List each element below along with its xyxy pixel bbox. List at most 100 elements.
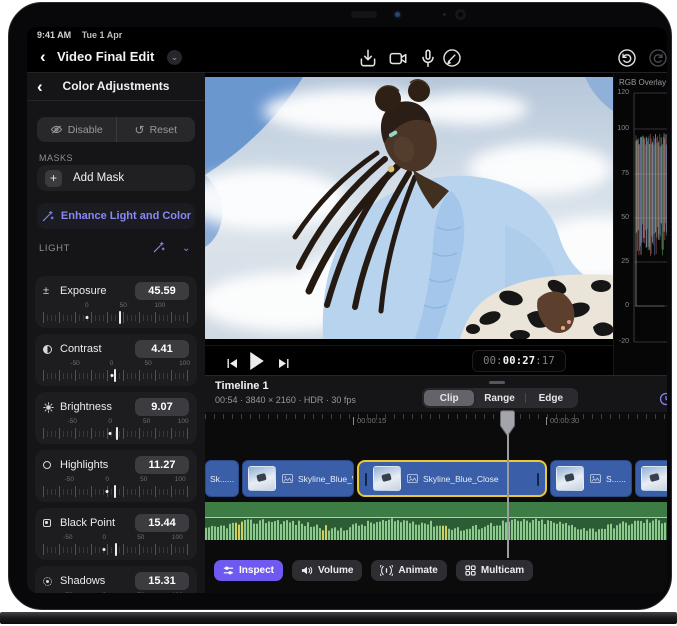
ruler-timestamp: 00:00:30 bbox=[546, 416, 579, 425]
front-camera-lens bbox=[455, 9, 466, 20]
slider-value[interactable]: 4.41 bbox=[135, 340, 189, 358]
volume-label: Volume bbox=[318, 565, 353, 576]
speaker-icon bbox=[301, 565, 313, 576]
selection-mode-control: Clip Range Edge bbox=[422, 388, 578, 408]
slider-label: Highlights bbox=[60, 459, 135, 471]
black-point-icon bbox=[43, 519, 57, 527]
import-icon[interactable] bbox=[357, 47, 379, 69]
clip-skyline-blue-close-selected[interactable]: Skyline_Blue_Close bbox=[357, 460, 547, 497]
scope-waveform bbox=[630, 73, 667, 375]
clip-label: Skyline_Blue_Wide bbox=[298, 474, 354, 484]
light-collapse-chevron-icon[interactable]: ⌄ bbox=[182, 243, 191, 254]
slider-black-point: Black Point 15.44 -50050100 bbox=[35, 508, 197, 560]
slider-label: Exposure bbox=[60, 285, 135, 297]
drag-handle[interactable] bbox=[489, 381, 505, 384]
pencil-tool-icon[interactable] bbox=[441, 47, 463, 69]
animate-button[interactable]: Animate bbox=[371, 560, 446, 581]
slider-ruler[interactable] bbox=[43, 543, 189, 556]
multicam-label: Multicam bbox=[481, 565, 524, 576]
camera-sensor-dot bbox=[443, 13, 446, 16]
segment-edge[interactable]: Edge bbox=[526, 390, 576, 406]
skip-back-icon[interactable] bbox=[227, 356, 238, 374]
timeline-toolbar: Inspect Volume Animate bbox=[205, 560, 533, 582]
enhance-light-color-button[interactable]: Enhance Light and Color bbox=[37, 203, 195, 229]
disable-button[interactable]: Disable bbox=[37, 117, 116, 142]
audio-waveform bbox=[205, 517, 667, 540]
volume-button[interactable]: Volume bbox=[292, 560, 362, 581]
add-mask-button[interactable]: + Add Mask bbox=[37, 165, 195, 191]
scope-tick: 25 bbox=[614, 258, 629, 265]
slider-label: Shadows bbox=[60, 575, 135, 587]
scope-tick: 0 bbox=[614, 302, 629, 309]
slider-value[interactable]: 11.27 bbox=[135, 456, 189, 474]
contrast-icon bbox=[43, 345, 57, 354]
add-mask-label: Add Mask bbox=[73, 172, 124, 184]
undo-icon[interactable] bbox=[616, 47, 638, 69]
clip-thumbnail bbox=[556, 466, 584, 491]
slider-ruler[interactable] bbox=[43, 311, 189, 324]
slider-brightness: Brightness 9.07 -50050100 bbox=[35, 392, 197, 444]
slider-value[interactable]: 15.31 bbox=[135, 572, 189, 590]
trim-handle-right[interactable] bbox=[537, 473, 539, 486]
light-wand-icon[interactable] bbox=[152, 241, 165, 257]
scope-tick: 50 bbox=[614, 214, 629, 221]
timecode-seconds: 00:27 bbox=[503, 355, 536, 367]
status-bar: 9:41 AM Tue 1 Apr bbox=[37, 30, 122, 40]
project-title-dropdown-icon[interactable]: ⌄ bbox=[167, 50, 182, 65]
light-label: LIGHT bbox=[39, 243, 70, 254]
timeline-clock-icon[interactable] bbox=[659, 392, 667, 406]
microphone-icon[interactable] bbox=[417, 47, 439, 69]
disable-label: Disable bbox=[68, 124, 103, 136]
playhead-line bbox=[507, 434, 509, 558]
reset-button[interactable]: ↺ Reset bbox=[116, 117, 196, 142]
clip-label: Sk...... bbox=[210, 474, 234, 484]
segment-clip[interactable]: Clip bbox=[424, 390, 474, 406]
slider-ruler[interactable] bbox=[43, 427, 189, 440]
inspect-button[interactable]: Inspect bbox=[214, 560, 283, 581]
trim-handle-left[interactable] bbox=[365, 473, 367, 486]
rgb-overlay-scope: RGB Overlay 120 100 75 50 25 0 -20 bbox=[613, 73, 667, 375]
slider-scale: -50050100 bbox=[43, 418, 189, 426]
status-time: 9:41 AM bbox=[37, 30, 71, 40]
scope-tick: -20 bbox=[614, 338, 629, 345]
slider-ruler[interactable] bbox=[43, 369, 189, 382]
camera-indicator-dot bbox=[395, 12, 400, 17]
timecode-display[interactable]: 00:00:27:17 bbox=[472, 350, 566, 372]
timeline-ruler[interactable]: 00:00:15 00:00:30 bbox=[205, 414, 667, 434]
plus-icon: + bbox=[45, 170, 62, 187]
audio-clip-body bbox=[205, 502, 667, 518]
slider-label: Contrast bbox=[60, 343, 135, 355]
multicam-button[interactable]: Multicam bbox=[456, 560, 533, 581]
timecode-hours: 00: bbox=[483, 355, 503, 367]
brightness-icon bbox=[43, 402, 57, 413]
skip-forward-icon[interactable] bbox=[278, 356, 289, 374]
slider-value[interactable]: 45.59 bbox=[135, 282, 189, 300]
animate-label: Animate bbox=[398, 565, 437, 576]
clip-skyline-partial[interactable]: Sk...... bbox=[205, 460, 239, 497]
slider-value[interactable]: 9.07 bbox=[135, 398, 189, 416]
slider-scale: 050100 bbox=[43, 302, 189, 310]
multicam-grid-icon bbox=[465, 565, 476, 576]
timeline-name: Timeline 1 bbox=[215, 380, 269, 392]
magic-wand-icon bbox=[41, 210, 54, 223]
slider-ruler[interactable] bbox=[43, 485, 189, 498]
clip-skyline-short[interactable]: S...... bbox=[550, 460, 632, 497]
slider-exposure: ± Exposure 45.59 050100 bbox=[35, 276, 197, 328]
slider-scale: -50050100 bbox=[43, 476, 189, 484]
redo-icon[interactable] bbox=[647, 47, 667, 69]
viewer-video-frame bbox=[205, 77, 613, 339]
exposure-icon: ± bbox=[43, 285, 57, 297]
photo-icon bbox=[282, 470, 293, 488]
back-chevron-icon[interactable]: ‹ bbox=[40, 48, 46, 65]
camera-icon[interactable] bbox=[387, 47, 409, 69]
playhead-handle[interactable] bbox=[500, 410, 515, 437]
audio-track[interactable] bbox=[205, 502, 667, 540]
clip-partial-right[interactable] bbox=[635, 460, 667, 497]
enhance-label: Enhance Light and Color bbox=[61, 210, 191, 222]
slider-shadows: Shadows 15.31 -50050100 bbox=[35, 566, 197, 593]
segment-range[interactable]: Range bbox=[474, 390, 524, 406]
clip-skyline-blue-wide[interactable]: Skyline_Blue_Wide bbox=[242, 460, 354, 497]
photo-icon bbox=[590, 470, 601, 488]
play-button[interactable] bbox=[249, 352, 265, 375]
slider-value[interactable]: 15.44 bbox=[135, 514, 189, 532]
